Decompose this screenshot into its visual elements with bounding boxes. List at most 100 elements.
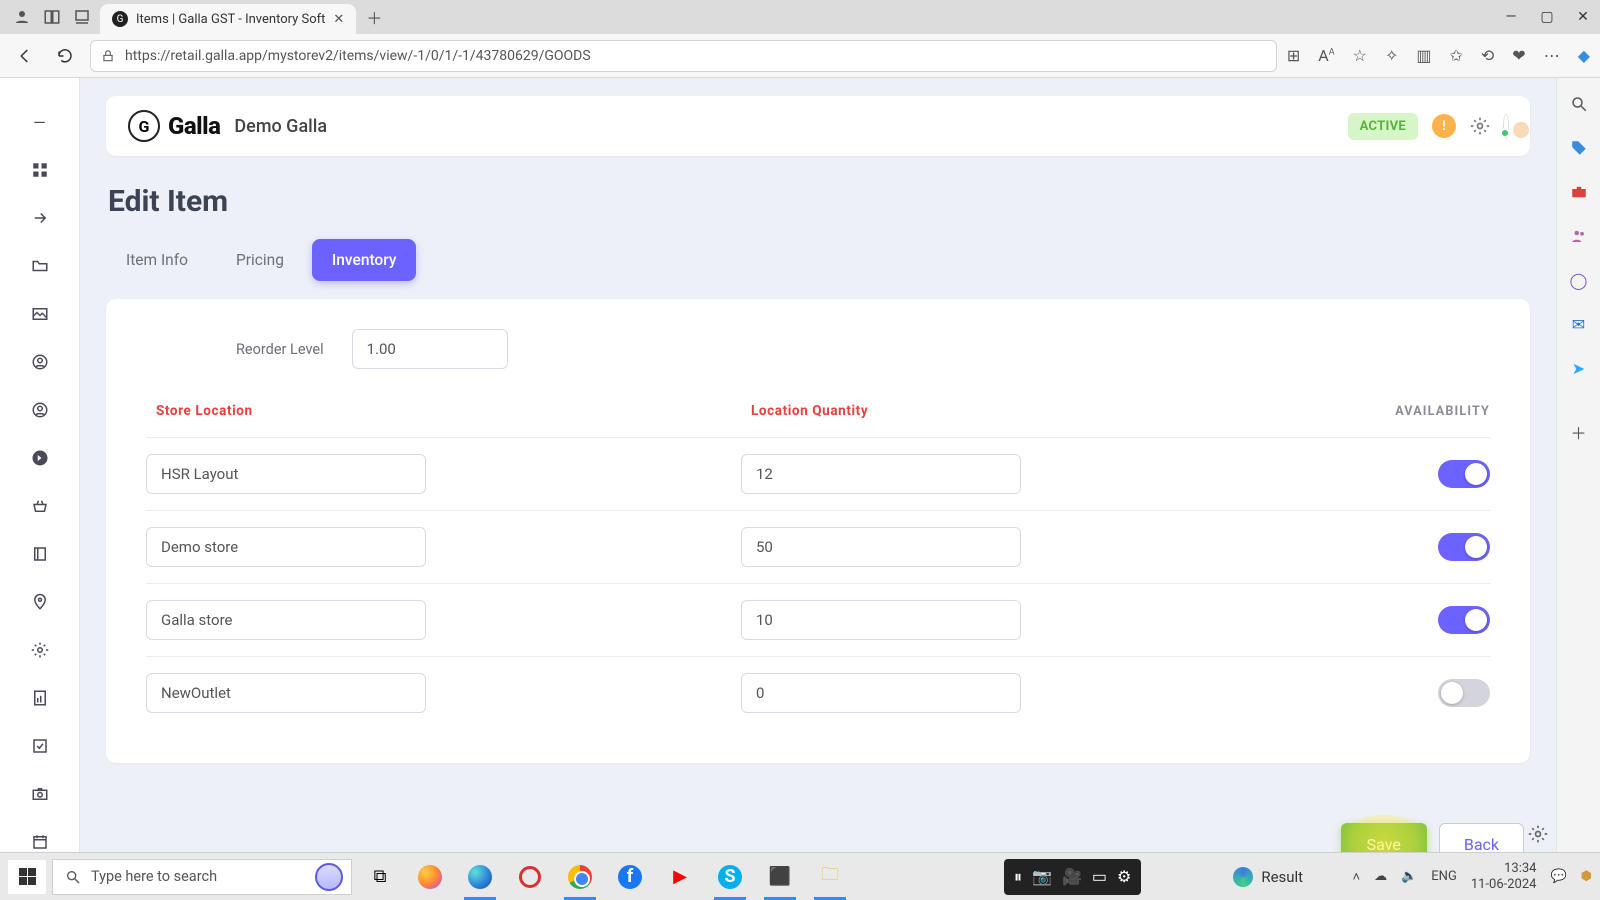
settings-icon[interactable]: ⚙ [1117,867,1131,886]
add-sidebar-icon[interactable]: ＋ [1569,422,1589,442]
settings-icon[interactable] [30,640,50,660]
avatar[interactable] [1504,117,1508,136]
screen-icon[interactable]: ▭ [1092,867,1107,886]
office-icon[interactable]: ◯ [1569,270,1589,290]
volume-icon[interactable]: 🔈 [1401,869,1417,884]
save-button-label: Save [1367,835,1401,853]
warning-badge[interactable]: ! [1432,114,1456,138]
briefcase-icon[interactable] [1569,182,1589,202]
availability-toggle[interactable] [1438,679,1490,707]
pause-icon[interactable]: ⏸ [1014,867,1022,887]
new-tab-button[interactable]: ＋ [362,5,386,29]
heart-icon[interactable]: ❤ [1512,46,1525,65]
start-button[interactable] [8,860,46,894]
folder-icon[interactable] [30,256,50,276]
youtube-icon[interactable]: ▶ [658,859,702,895]
tab-close-icon[interactable]: ✕ [333,12,344,27]
location-icon[interactable] [30,592,50,612]
minimize-button[interactable]: — [1504,10,1518,24]
dashboard-icon[interactable] [30,160,50,180]
org-header: G Galla Demo Galla ACTIVE ! [106,96,1530,156]
language-indicator[interactable]: ENG [1431,869,1457,884]
notifications-icon[interactable]: 💬 [1550,869,1566,884]
back-nav-button[interactable] [10,41,40,71]
reorder-level-input[interactable] [352,329,508,369]
clock-date[interactable]: 11-06-2024 [1471,877,1537,893]
basket-icon[interactable] [30,496,50,516]
task-view-icon[interactable]: ⧉ [358,859,402,895]
facebook-icon[interactable]: f [608,859,652,895]
book-icon[interactable] [30,544,50,564]
location-input[interactable] [146,673,426,713]
cloud-icon[interactable]: ☁ [1374,869,1387,884]
search-icon[interactable] [1569,94,1589,114]
url-input[interactable]: https://retail.galla.app/mystorev2/items… [90,40,1277,72]
address-bar: https://retail.galla.app/mystorev2/items… [0,34,1600,78]
app-icon[interactable]: ⬛ [758,859,802,895]
browser-tab[interactable]: G Items | Galla GST - Inventory Soft ✕ [100,4,356,34]
video-icon[interactable]: 🎥 [1062,867,1082,886]
edge-icon[interactable] [458,859,502,895]
tab-item-info[interactable]: Item Info [106,239,208,281]
sync-icon[interactable]: ⟲ [1481,46,1494,65]
result-app[interactable]: Result [1233,867,1303,887]
app-install-icon[interactable]: ⊞ [1287,46,1300,65]
chrome-icon[interactable] [558,859,602,895]
file-explorer-icon[interactable]: 🗀 [808,859,852,895]
collapse-icon[interactable]: — [30,112,50,132]
back-button[interactable]: Back [1439,823,1524,852]
quantity-input[interactable] [741,454,1021,494]
image-icon[interactable] [30,304,50,324]
user-circle-icon-2[interactable] [30,400,50,420]
col-availability-header: AVAILABILITY [1340,404,1490,419]
tray-chevron-icon[interactable]: ˄ [1353,869,1361,885]
refresh-button[interactable] [50,41,80,71]
record-icon[interactable] [508,859,552,895]
split-icon[interactable]: ▥ [1416,46,1431,65]
camera-icon[interactable]: 📷 [1032,867,1052,886]
people-icon[interactable] [1569,226,1589,246]
workspaces-icon[interactable] [40,5,64,29]
outlook-icon[interactable]: ✉ [1569,314,1589,334]
tab-inventory[interactable]: Inventory [312,239,417,281]
save-button[interactable]: Save [1341,823,1427,852]
tag-icon[interactable] [1569,138,1589,158]
collections-icon[interactable]: ✩ [1449,46,1462,65]
skype-icon[interactable]: S [708,859,752,895]
user-circle-icon[interactable] [30,352,50,372]
taskbar-search[interactable]: Type here to search [52,859,352,895]
camera-icon[interactable] [30,784,50,804]
favorite-icon[interactable]: ☆ [1353,46,1367,65]
page-settings-icon[interactable] [1528,824,1548,844]
availability-toggle[interactable] [1438,606,1490,634]
text-size-icon[interactable]: AA [1318,46,1334,65]
extensions-icon[interactable]: ✧ [1385,46,1398,65]
tab-overview-icon[interactable] [70,5,94,29]
availability-toggle[interactable] [1438,533,1490,561]
report-icon[interactable] [30,688,50,708]
calendar-icon[interactable] [30,832,50,852]
profile-icon[interactable] [10,5,34,29]
tray-extra-icon[interactable]: ⬢ [1581,869,1592,884]
recording-controls[interactable]: ⏸ 📷 🎥 ▭ ⚙ [1004,859,1141,895]
quantity-input[interactable] [741,527,1021,567]
check-icon[interactable] [30,736,50,756]
copilot-icon[interactable]: ◆ [1578,46,1590,65]
location-input[interactable] [146,600,426,640]
location-input[interactable] [146,527,426,567]
location-input[interactable] [146,454,426,494]
url-text: https://retail.galla.app/mystorev2/items… [125,48,591,64]
quantity-input[interactable] [741,673,1021,713]
tab-pricing[interactable]: Pricing [216,239,304,281]
quantity-input[interactable] [741,600,1021,640]
more-icon[interactable]: ⋯ [1544,46,1560,65]
gear-icon[interactable] [1470,116,1490,136]
maximize-button[interactable]: ▢ [1540,10,1554,24]
clock-time[interactable]: 13:34 [1471,861,1537,877]
availability-toggle[interactable] [1438,460,1490,488]
fastforward-icon[interactable] [30,448,50,468]
firefox-icon[interactable] [408,859,452,895]
close-window-button[interactable]: ✕ [1576,10,1590,24]
arrow-right-icon[interactable] [30,208,50,228]
send-icon[interactable]: ➤ [1569,358,1589,378]
